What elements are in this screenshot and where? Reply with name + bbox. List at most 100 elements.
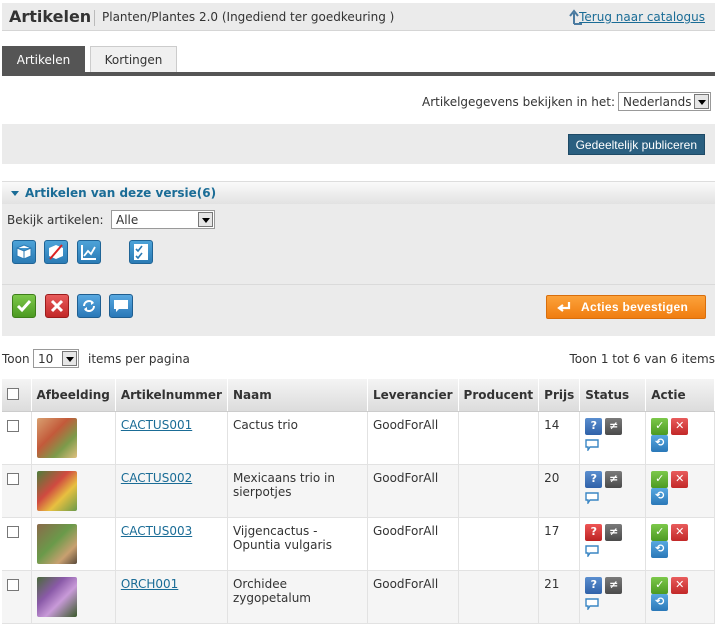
check-icon[interactable]: [12, 294, 36, 318]
number-cell: CACTUS001: [115, 411, 228, 465]
image-cell: [31, 570, 116, 624]
row-checkbox[interactable]: [7, 525, 19, 538]
supplier-cell: GoodForAll: [367, 411, 459, 465]
filter-label: Bekijk artikelen:: [7, 213, 104, 227]
comment-icon[interactable]: [585, 491, 599, 504]
column-header[interactable]: Producent: [458, 379, 540, 412]
status-cell: ? ≠: [579, 411, 647, 465]
return-arrow-icon: [557, 302, 571, 312]
chevron-down-icon: [198, 212, 213, 227]
producer-cell: [458, 464, 540, 518]
pager-summary: Toon 1 tot 6 van 6 items: [569, 352, 715, 366]
back-to-catalog-link[interactable]: Terug naar catalogus: [579, 10, 705, 24]
product-thumbnail[interactable]: [36, 523, 77, 564]
producer-cell: [458, 411, 540, 465]
product-thumbnail[interactable]: [36, 470, 77, 511]
chart-icon[interactable]: [77, 240, 101, 264]
cycle-icon[interactable]: ⟲: [651, 487, 669, 505]
cube-icon[interactable]: [12, 240, 36, 264]
status-question-icon[interactable]: ?: [585, 576, 603, 594]
confirm-actions-button[interactable]: Acties bevestigen: [546, 295, 706, 319]
price-cell: 20: [538, 464, 581, 518]
image-cell: [31, 464, 116, 518]
cycle-icon[interactable]: ⟲: [651, 540, 669, 558]
column-header[interactable]: Prijs: [538, 379, 581, 412]
status-question-icon[interactable]: ?: [585, 523, 603, 541]
row-checkbox[interactable]: [7, 578, 19, 591]
cross-icon[interactable]: [45, 294, 69, 318]
items-per-page-value: 10: [38, 352, 54, 366]
checklist-icon[interactable]: [129, 240, 153, 264]
not-equal-icon[interactable]: ≠: [605, 576, 623, 594]
price-cell: 17: [538, 517, 581, 571]
comment-icon[interactable]: [585, 597, 599, 610]
filter-panel: Bekijk artikelen: Alle Acties bevestigen: [2, 204, 715, 336]
table-row: ORCH001 Orchidee zygopetalum GoodForAll …: [2, 570, 715, 624]
supplier-cell: GoodForAll: [367, 517, 459, 571]
status-cell: ? ≠: [579, 517, 647, 571]
reject-icon[interactable]: ✕: [671, 523, 689, 541]
number-cell: CACTUS002: [115, 464, 228, 518]
comment-icon[interactable]: [585, 438, 599, 451]
approve-icon[interactable]: ✓: [651, 523, 669, 541]
image-cell: [31, 517, 116, 571]
article-number-link[interactable]: ORCH001: [121, 577, 179, 591]
reject-icon[interactable]: ✕: [671, 576, 689, 594]
row-checkbox[interactable]: [7, 419, 19, 432]
collapse-triangle-icon[interactable]: [11, 191, 19, 196]
column-header[interactable]: Afbeelding: [31, 379, 116, 412]
section-header[interactable]: Artikelen van deze versie(6): [2, 181, 715, 204]
column-header[interactable]: Leverancier: [367, 379, 459, 412]
status-question-icon[interactable]: ?: [585, 417, 603, 435]
reject-icon[interactable]: ✕: [671, 470, 689, 488]
filter-select-value: Alle: [116, 213, 139, 227]
status-question-icon[interactable]: ?: [585, 470, 603, 488]
reject-icon[interactable]: ✕: [671, 417, 689, 435]
status-cell: ? ≠: [579, 464, 647, 518]
supplier-cell: GoodForAll: [367, 464, 459, 518]
approve-icon[interactable]: ✓: [651, 576, 669, 594]
not-equal-icon[interactable]: ≠: [605, 470, 623, 488]
items-per-page-select[interactable]: 10: [33, 349, 79, 368]
cube-crossed-icon[interactable]: [44, 240, 68, 264]
column-header[interactable]: Artikelnummer: [115, 379, 228, 412]
language-select[interactable]: Nederlands: [618, 92, 711, 111]
article-number-link[interactable]: CACTUS002: [121, 471, 192, 485]
row-checkbox[interactable]: [7, 472, 19, 485]
comment-icon[interactable]: [109, 294, 133, 318]
product-thumbnail[interactable]: [36, 417, 77, 458]
tab-artikelen[interactable]: Artikelen: [2, 46, 85, 72]
table-row: CACTUS001 Cactus trio GoodForAll 14 ? ≠ ✓…: [2, 411, 715, 465]
publish-bar: Gedeeltelijk publiceren: [2, 124, 715, 164]
cycle-icon[interactable]: [77, 294, 101, 318]
tab-kortingen[interactable]: Kortingen: [90, 46, 177, 72]
column-header: Status: [579, 379, 647, 412]
section-title: Artikelen van deze versie(6): [25, 186, 217, 200]
tab-bar: Artikelen Kortingen: [2, 46, 715, 76]
not-equal-icon[interactable]: ≠: [605, 523, 623, 541]
cycle-icon[interactable]: ⟲: [651, 593, 669, 611]
product-thumbnail[interactable]: [36, 576, 77, 617]
action-cell: ✓ ✕⟲: [645, 464, 715, 518]
show-label: Toon: [2, 352, 30, 366]
number-cell: ORCH001: [115, 570, 228, 624]
panel-divider: [2, 284, 715, 285]
row-checkbox-cell: [2, 570, 32, 624]
select-all-checkbox[interactable]: [7, 388, 19, 401]
approve-icon[interactable]: ✓: [651, 470, 669, 488]
cycle-icon[interactable]: ⟲: [651, 434, 669, 452]
approve-icon[interactable]: ✓: [651, 417, 669, 435]
partial-publish-button[interactable]: Gedeeltelijk publiceren: [567, 134, 705, 155]
row-checkbox-cell: [2, 411, 32, 465]
not-equal-icon[interactable]: ≠: [605, 417, 623, 435]
filter-select[interactable]: Alle: [111, 210, 215, 229]
action-cell: ✓ ✕⟲: [645, 570, 715, 624]
article-number-link[interactable]: CACTUS003: [121, 524, 192, 538]
producer-cell: [458, 517, 540, 571]
article-number-link[interactable]: CACTUS001: [121, 418, 192, 432]
comment-icon[interactable]: [585, 544, 599, 557]
column-header[interactable]: Naam: [227, 379, 368, 412]
chevron-down-icon: [62, 351, 77, 366]
table-row: CACTUS003 Vijgencactus - Opuntia vulgari…: [2, 517, 715, 571]
language-select-value: Nederlands: [623, 95, 692, 109]
